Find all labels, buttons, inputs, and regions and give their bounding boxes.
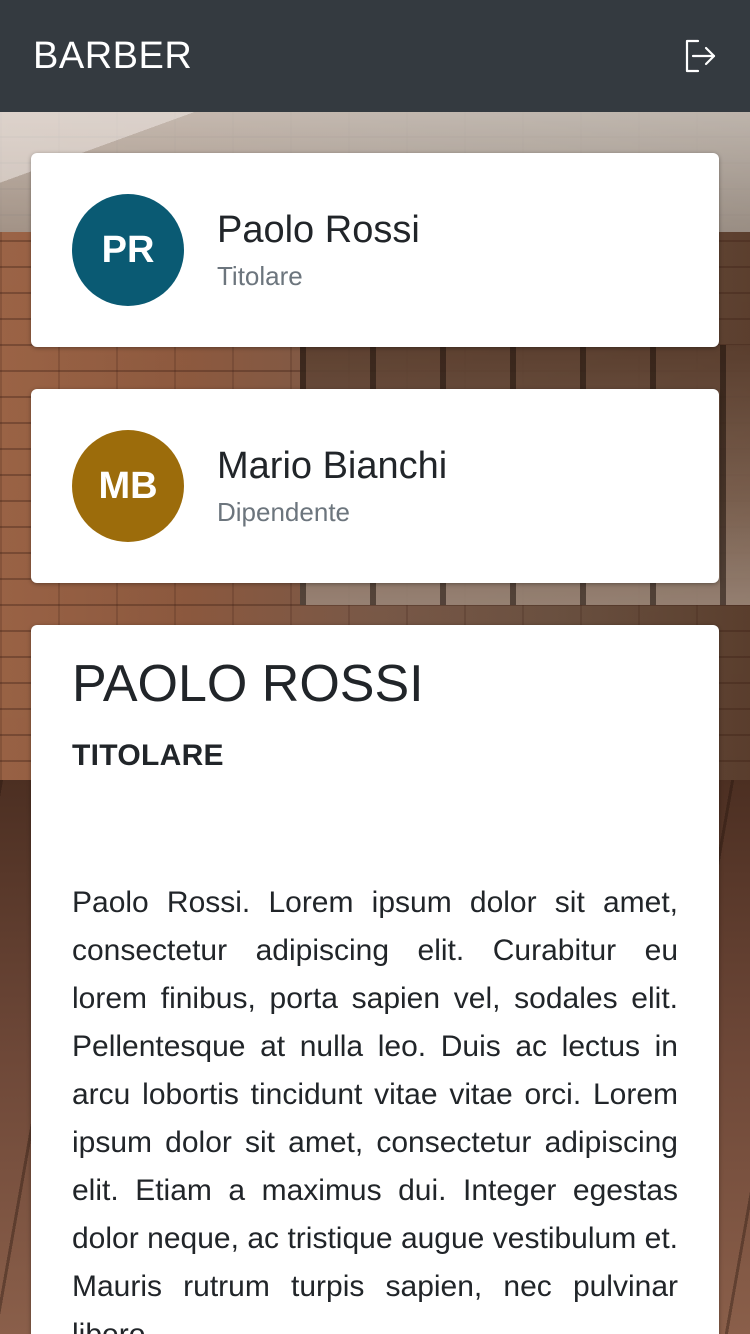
person-name: Paolo Rossi xyxy=(217,208,420,251)
avatar: MB xyxy=(72,430,184,542)
person-detail-card: PAOLO ROSSI TITOLARE Paolo Rossi. Lorem … xyxy=(31,625,719,1334)
brand-title[interactable]: BARBER xyxy=(33,35,192,78)
logout-button[interactable] xyxy=(682,38,718,74)
person-role: Dipendente xyxy=(217,497,350,528)
detail-role: TITOLARE xyxy=(72,738,224,772)
person-card-mario-bianchi[interactable]: MB Mario Bianchi Dipendente xyxy=(31,389,719,583)
avatar: PR xyxy=(72,194,184,306)
person-name: Mario Bianchi xyxy=(217,444,448,487)
detail-description: Paolo Rossi. Lorem ipsum dolor sit amet,… xyxy=(72,885,678,1334)
avatar-initials: MB xyxy=(98,464,158,507)
detail-title: PAOLO ROSSI xyxy=(72,655,424,713)
person-info: Paolo Rossi Titolare xyxy=(217,208,420,293)
avatar-initials: PR xyxy=(101,228,155,271)
logout-icon xyxy=(685,39,716,73)
app-header: BARBER xyxy=(0,0,750,112)
person-card-paolo-rossi[interactable]: PR Paolo Rossi Titolare xyxy=(31,153,719,347)
person-role: Titolare xyxy=(217,261,303,292)
person-info: Mario Bianchi Dipendente xyxy=(217,444,447,529)
